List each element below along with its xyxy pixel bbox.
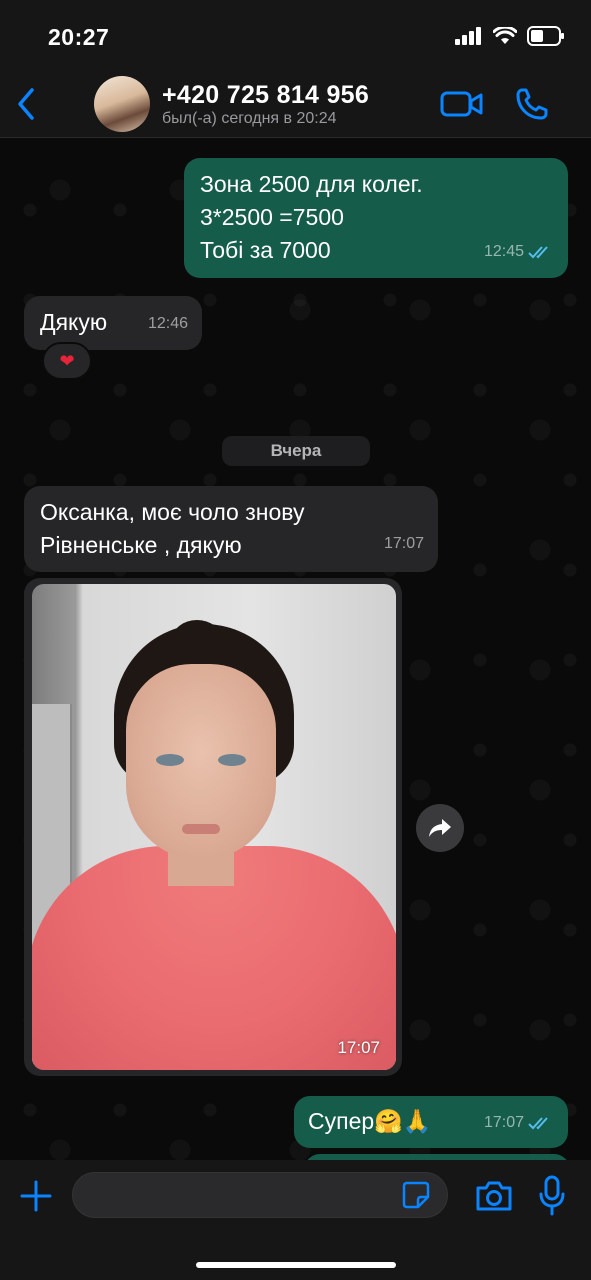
message-text-line: Оксанка, моє чоло знову xyxy=(40,499,305,525)
microphone-icon[interactable] xyxy=(536,1174,568,1218)
heart-icon: ❤ xyxy=(59,350,75,371)
sticker-icon[interactable] xyxy=(401,1180,431,1210)
message-meta: 12:45 xyxy=(484,235,554,268)
contact-name[interactable]: +420 725 814 956 xyxy=(162,81,369,110)
message-input[interactable] xyxy=(72,1172,448,1218)
chat-header: +420 725 814 956 был(-а) сегодня в 20:24 xyxy=(0,76,591,138)
phone-icon[interactable] xyxy=(514,86,550,122)
message-photo[interactable]: 17:07 xyxy=(24,578,402,1076)
selfie-photo[interactable]: 17:07 xyxy=(32,584,396,1070)
chevron-left-icon[interactable] xyxy=(12,86,40,122)
battery-icon xyxy=(527,26,564,46)
date-separator: Вчера xyxy=(222,436,370,466)
home-indicator xyxy=(196,1262,396,1268)
contact-last-seen: был(-а) сегодня в 20:24 xyxy=(162,110,337,127)
signal-icon xyxy=(455,27,481,45)
status-time: 20:27 xyxy=(48,24,110,50)
message-time: 17:07 xyxy=(483,1114,524,1131)
camera-icon[interactable] xyxy=(474,1178,514,1214)
message-time: 12:45 xyxy=(483,243,524,260)
read-ticks-icon xyxy=(528,245,548,258)
message-meta: 17:07 xyxy=(484,1106,554,1139)
message-text-line: Тобі за 7000 xyxy=(200,237,331,263)
video-call-icon[interactable] xyxy=(440,88,484,120)
message-text-line: Супер🤗🙏 xyxy=(308,1108,432,1134)
plus-icon[interactable] xyxy=(18,1178,54,1214)
message-outgoing[interactable]: Супер🤗🙏 17:07 xyxy=(294,1096,568,1148)
message-meta: 17:07 xyxy=(384,527,424,560)
forward-button[interactable] xyxy=(416,804,464,852)
wifi-icon xyxy=(493,27,517,44)
message-time: 17:07 xyxy=(383,535,424,552)
forward-arrow-icon xyxy=(429,819,451,837)
read-ticks-icon xyxy=(528,1116,548,1129)
message-time: 17:07 xyxy=(337,1038,380,1057)
message-outgoing[interactable]: Зона 2500 для колег. 3*2500 =7500 Тобі з… xyxy=(184,158,568,278)
status-bar: 20:27 xyxy=(0,0,591,76)
status-icons xyxy=(455,26,565,46)
reaction-heart[interactable]: ❤ xyxy=(42,342,92,380)
chat-screen: 20:27 +420 725 814 956 был(-а) сегодня в… xyxy=(0,0,591,1280)
message-time: 12:46 xyxy=(147,315,188,332)
message-incoming[interactable]: Оксанка, моє чоло знову Рівненське , дяк… xyxy=(24,486,438,572)
message-text-line: Дякую xyxy=(40,309,108,335)
input-bar xyxy=(0,1160,591,1280)
message-incoming[interactable]: Дякую 12:46 xyxy=(24,296,202,350)
message-text-line: 3*2500 =7500 xyxy=(200,204,344,230)
message-text-line: Рівненське , дякую xyxy=(40,532,242,558)
message-meta: 12:46 xyxy=(148,307,188,340)
avatar[interactable] xyxy=(94,76,150,132)
message-text-line: Зона 2500 для колег. xyxy=(200,171,423,197)
